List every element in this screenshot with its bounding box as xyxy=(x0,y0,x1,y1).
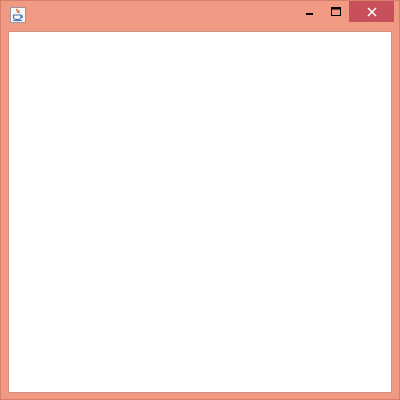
title-bar[interactable] xyxy=(1,1,399,31)
minimize-button[interactable] xyxy=(297,1,323,22)
maximize-button[interactable] xyxy=(323,1,349,22)
close-button[interactable] xyxy=(349,1,394,22)
java-coffee-cup-icon[interactable] xyxy=(10,7,26,23)
window-content-area xyxy=(8,31,392,393)
maximize-icon xyxy=(331,2,341,21)
close-icon xyxy=(366,2,377,21)
minimize-icon xyxy=(305,2,315,21)
application-window xyxy=(0,0,400,400)
